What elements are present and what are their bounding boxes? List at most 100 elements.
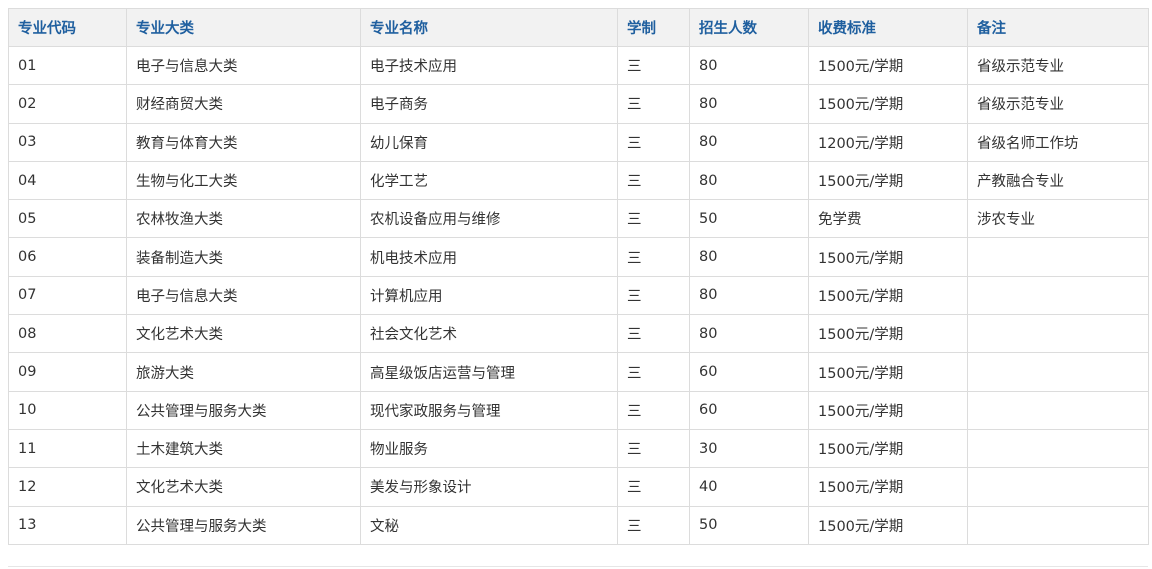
- major-code-cell: 10: [8, 390, 127, 430]
- table-row: 02 财经商贸大类 电子商务三 80 1500元/学期 省级示范专业: [8, 84, 1149, 124]
- duration-cell: 三: [617, 467, 690, 507]
- major-name-cell: 计算机应用: [360, 275, 618, 316]
- major-category-cell: 装备制造大类: [126, 237, 361, 277]
- remarks-cell: 省级名师工作坊: [967, 122, 1149, 162]
- table-row: 11 土木建筑大类 物业服务三 30 1500元/学期: [8, 428, 1149, 469]
- fee-cell: 1500元/学期: [808, 237, 968, 277]
- major-category-cell: 公共管理与服务大类: [126, 505, 361, 545]
- major-category-cell: 文化艺术大类: [126, 314, 361, 354]
- table-row: 10 公共管理与服务大类 现代家政服务与管理三 60 1500元/学期: [8, 390, 1149, 430]
- major-category-cell: 农林牧渔大类: [126, 199, 361, 239]
- duration-cell: 三: [617, 428, 690, 469]
- fee-cell: 1500元/学期: [808, 314, 968, 354]
- major-name-cell: 社会文化艺术: [360, 314, 618, 354]
- enrollment-cell: 80: [689, 314, 809, 354]
- major-code-cell: 01: [8, 45, 127, 86]
- table-row: 12 文化艺术大类 美发与形象设计三 40 1500元/学期: [8, 467, 1149, 507]
- table-row: 07 电子与信息大类 计算机应用三 80 1500元/学期: [8, 275, 1149, 316]
- fee-cell: 1500元/学期: [808, 45, 968, 86]
- major-name-cell: 农机设备应用与维修: [360, 199, 618, 239]
- duration-cell: 三: [617, 314, 690, 354]
- major-name-cell: 文秘: [360, 505, 618, 545]
- enrollment-cell: 80: [689, 122, 809, 162]
- remarks-cell: 产教融合专业: [967, 160, 1149, 201]
- header-major-category: 专业大类: [126, 8, 361, 47]
- remarks-cell: [967, 390, 1149, 430]
- enrollment-cell: 50: [689, 199, 809, 239]
- remarks-cell: [967, 352, 1149, 392]
- enrollment-cell: 80: [689, 84, 809, 124]
- duration-cell: 三: [617, 505, 690, 545]
- table-header: 专业代码 专业大类 专业名称 学制 招生人数 收费标准 备注: [8, 8, 1149, 47]
- enrollment-cell: 50: [689, 505, 809, 545]
- remarks-cell: [967, 428, 1149, 469]
- duration-cell: 三: [617, 84, 690, 124]
- major-category-cell: 电子与信息大类: [126, 275, 361, 316]
- header-enrollment: 招生人数: [689, 8, 809, 47]
- table-row: 13 公共管理与服务大类 文秘三 50 1500元/学期: [8, 505, 1149, 545]
- major-category-cell: 文化艺术大类: [126, 467, 361, 507]
- enrollment-cell: 30: [689, 428, 809, 469]
- duration-cell: 三: [617, 160, 690, 201]
- duration-cell: 三: [617, 199, 690, 239]
- major-category-cell: 旅游大类: [126, 352, 361, 392]
- fee-cell: 1200元/学期: [808, 122, 968, 162]
- major-category-cell: 财经商贸大类: [126, 84, 361, 124]
- major-code-cell: 04: [8, 160, 127, 201]
- header-major-code: 专业代码: [8, 8, 127, 47]
- major-name-cell: 物业服务: [360, 428, 618, 469]
- duration-cell: 三: [617, 275, 690, 316]
- major-name-cell: 幼儿保育: [360, 122, 618, 162]
- enrollment-cell: 60: [689, 352, 809, 392]
- table-row: 01 电子与信息大类 电子技术应用三 80 1500元/学期 省级示范专业: [8, 45, 1149, 86]
- major-category-cell: 公共管理与服务大类: [126, 390, 361, 430]
- major-name-cell: 高星级饭店运营与管理: [360, 352, 618, 392]
- fee-cell: 1500元/学期: [808, 352, 968, 392]
- fee-cell: 1500元/学期: [808, 467, 968, 507]
- remarks-cell: [967, 237, 1149, 277]
- table-row: 04 生物与化工大类 化学工艺三 80 1500元/学期 产教融合专业: [8, 160, 1149, 201]
- table-row: 09 旅游大类 高星级饭店运营与管理三 60 1500元/学期: [8, 352, 1149, 392]
- remarks-cell: [967, 505, 1149, 545]
- header-fee: 收费标准: [808, 8, 968, 47]
- major-code-cell: 07: [8, 275, 127, 316]
- major-code-cell: 08: [8, 314, 127, 354]
- major-category-cell: 生物与化工大类: [126, 160, 361, 201]
- duration-cell: 三: [617, 45, 690, 86]
- remarks-cell: [967, 275, 1149, 316]
- major-name-cell: 化学工艺: [360, 160, 618, 201]
- major-name-cell: 电子商务: [360, 84, 618, 124]
- remarks-cell: 省级示范专业: [967, 45, 1149, 86]
- enrollment-cell: 60: [689, 390, 809, 430]
- major-code-cell: 03: [8, 122, 127, 162]
- major-name-cell: 现代家政服务与管理: [360, 390, 618, 430]
- table-row: 08 文化艺术大类 社会文化艺术三 80 1500元/学期: [8, 314, 1149, 354]
- major-code-cell: 02: [8, 84, 127, 124]
- major-name-cell: 电子技术应用: [360, 45, 618, 86]
- fee-cell: 1500元/学期: [808, 428, 968, 469]
- major-code-cell: 09: [8, 352, 127, 392]
- enrollment-table: 专业代码 专业大类 专业名称 学制 招生人数 收费标准 备注 01 电子与信息大类…: [8, 8, 1149, 545]
- fee-cell: 1500元/学期: [808, 505, 968, 545]
- table-row: 03 教育与体育大类 幼儿保育三 80 1200元/学期 省级名师工作坊: [8, 122, 1149, 162]
- major-category-cell: 土木建筑大类: [126, 428, 361, 469]
- enrollment-cell: 80: [689, 237, 809, 277]
- major-category-cell: 电子与信息大类: [126, 45, 361, 86]
- duration-cell: 三: [617, 390, 690, 430]
- major-code-cell: 13: [8, 505, 127, 545]
- fee-cell: 1500元/学期: [808, 275, 968, 316]
- remarks-cell: 省级示范专业: [967, 84, 1149, 124]
- enrollment-cell: 80: [689, 45, 809, 86]
- header-remarks: 备注: [967, 8, 1149, 47]
- header-major-name: 专业名称: [360, 8, 618, 47]
- table-row: 06 装备制造大类 机电技术应用三 80 1500元/学期: [8, 237, 1149, 277]
- duration-cell: 三: [617, 122, 690, 162]
- major-code-cell: 12: [8, 467, 127, 507]
- major-code-cell: 05: [8, 199, 127, 239]
- remarks-cell: [967, 467, 1149, 507]
- header-duration: 学制: [617, 8, 690, 47]
- duration-cell: 三: [617, 352, 690, 392]
- enrollment-cell: 40: [689, 467, 809, 507]
- major-category-cell: 教育与体育大类: [126, 122, 361, 162]
- header-row: 专业代码 专业大类 专业名称 学制 招生人数 收费标准 备注: [8, 8, 1149, 47]
